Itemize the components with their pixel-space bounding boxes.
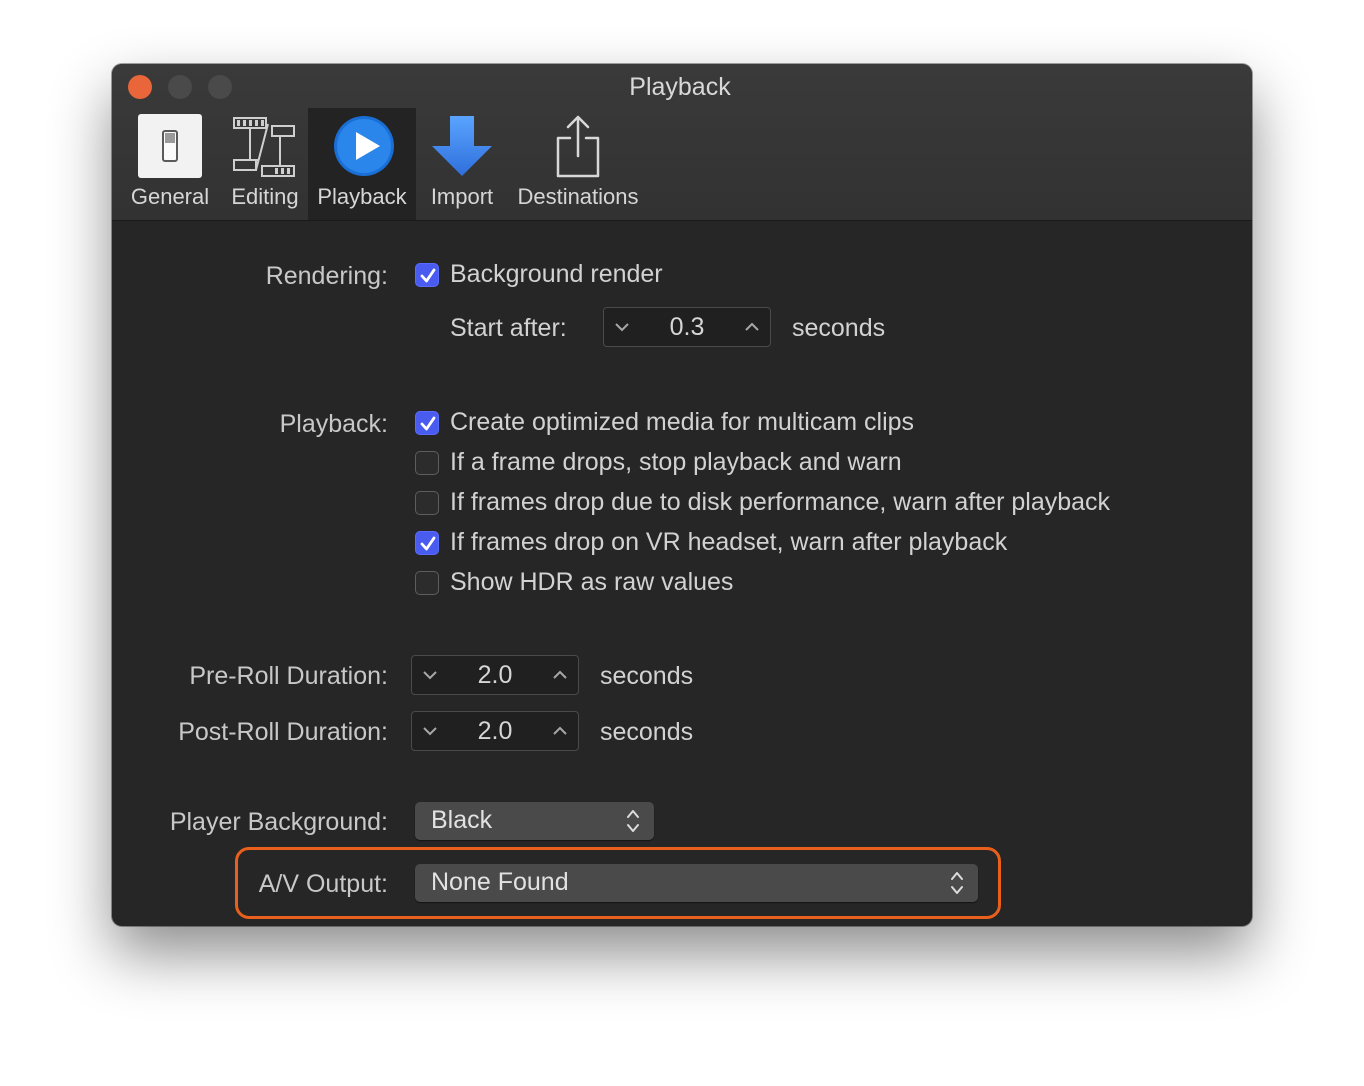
increment-button[interactable] <box>542 656 578 694</box>
decrement-button[interactable] <box>604 308 640 346</box>
chevron-down-icon <box>423 727 437 736</box>
toolbar-label-import: Import <box>430 184 494 209</box>
increment-button[interactable] <box>734 308 770 346</box>
chevron-down-icon <box>423 671 437 680</box>
vr-headset-warn-label: If frames drop on VR headset, warn after… <box>450 528 1008 556</box>
playback-label: Playback: <box>279 410 388 438</box>
player-background-value: Black <box>431 806 493 834</box>
frame-drop-stop-checkbox[interactable] <box>415 451 439 475</box>
preroll-stepper[interactable]: 2.0 <box>411 655 579 695</box>
share-icon <box>546 114 610 183</box>
play-circle-icon <box>332 114 396 183</box>
postroll-value[interactable]: 2.0 <box>448 717 542 746</box>
window-title: Playback <box>629 73 731 101</box>
preroll-value[interactable]: 2.0 <box>448 661 542 690</box>
checkmark-icon <box>420 536 436 551</box>
optimized-media-label: Create optimized media for multicam clip… <box>450 408 915 436</box>
preroll-unit: seconds <box>600 662 694 690</box>
start-after-unit: seconds <box>792 314 886 342</box>
updown-arrows-icon <box>626 808 640 839</box>
frame-drop-stop-label: If a frame drops, stop playback and warn <box>450 448 902 476</box>
chevron-up-icon <box>745 322 759 331</box>
postroll-unit: seconds <box>600 718 694 746</box>
postroll-stepper[interactable]: 2.0 <box>411 711 579 751</box>
toolbar-label-editing: Editing <box>231 184 299 209</box>
general-switch-icon <box>138 114 202 183</box>
toolbar: Playback General Editing Playback Import… <box>112 64 1252 221</box>
decrement-button[interactable] <box>412 712 448 750</box>
toolbar-label-destinations: Destinations <box>517 184 639 209</box>
rendering-label: Rendering: <box>265 262 388 290</box>
chevron-up-icon <box>553 670 567 679</box>
optimized-media-checkbox[interactable] <box>415 411 439 435</box>
toolbar-item-destinations[interactable]: Destinations <box>508 108 648 220</box>
increment-button[interactable] <box>542 712 578 750</box>
preroll-label: Pre-Roll Duration: <box>189 662 388 690</box>
toolbar-item-general[interactable]: General <box>128 108 212 220</box>
postroll-label: Post-Roll Duration: <box>178 718 388 746</box>
start-after-stepper[interactable]: 0.3 <box>603 307 771 347</box>
chevron-down-icon <box>615 323 629 332</box>
decrement-button[interactable] <box>412 656 448 694</box>
start-after-value[interactable]: 0.3 <box>640 313 734 342</box>
disk-performance-warn-label: If frames drop due to disk performance, … <box>450 488 1111 516</box>
toolbar-item-playback[interactable]: Playback <box>308 108 416 220</box>
download-arrow-icon <box>430 114 494 183</box>
preferences-window: Playback General Editing Playback Import… <box>112 64 1252 926</box>
background-render-checkbox[interactable] <box>415 263 439 287</box>
toolbar-item-editing[interactable]: Editing <box>222 108 308 220</box>
checkmark-icon <box>420 416 436 431</box>
background-render-label: Background render <box>450 260 663 288</box>
toolbar-item-import[interactable]: Import <box>420 108 504 220</box>
player-background-popup[interactable]: Black <box>415 802 654 840</box>
chevron-up-icon <box>553 726 567 735</box>
disk-performance-warn-checkbox[interactable] <box>415 491 439 515</box>
toolbar-label-general: General <box>130 184 210 209</box>
start-after-label: Start after: <box>450 314 567 342</box>
av-output-highlight-outline <box>235 847 1001 919</box>
hdr-raw-label: Show HDR as raw values <box>450 568 734 596</box>
toolbar-label-playback: Playback <box>317 184 407 209</box>
player-background-label: Player Background: <box>169 808 388 836</box>
hdr-raw-checkbox[interactable] <box>415 571 439 595</box>
film-strip-icon <box>230 114 298 183</box>
vr-headset-warn-checkbox[interactable] <box>415 531 439 555</box>
checkmark-icon <box>420 268 436 283</box>
